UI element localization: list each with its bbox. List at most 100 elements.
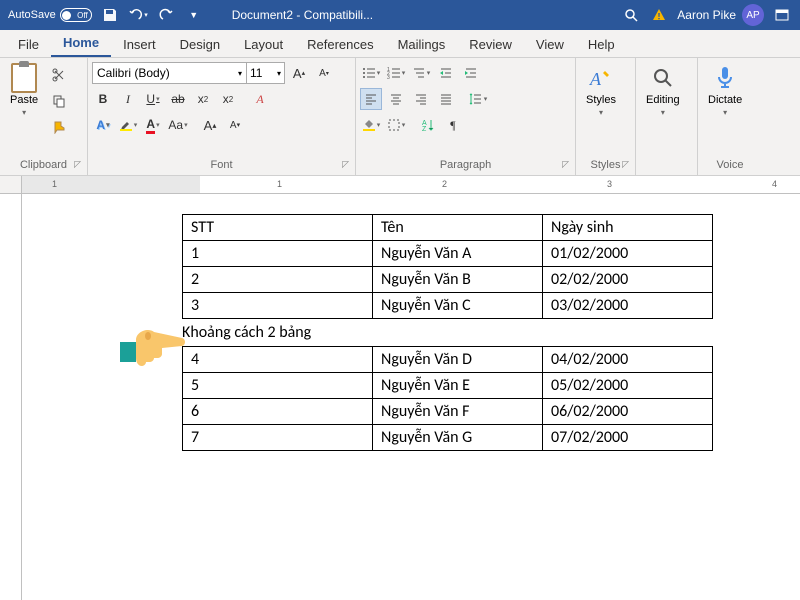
table-row: STT Tên Ngày sinh: [183, 215, 713, 241]
horizontal-ruler[interactable]: 1 1 2 3 4: [0, 176, 800, 194]
show-marks-button[interactable]: ¶: [442, 114, 464, 136]
styles-button[interactable]: A Styles ▾: [580, 60, 622, 121]
copy-button[interactable]: [48, 90, 70, 112]
search-icon: [649, 64, 677, 92]
svg-text:A: A: [589, 69, 602, 89]
ribbon-display-icon[interactable]: [772, 5, 792, 25]
line-spacing-button[interactable]: ▾: [467, 88, 489, 110]
borders-button[interactable]: ▾: [385, 114, 407, 136]
dialog-launcher-icon[interactable]: ◸: [342, 159, 349, 170]
underline-button[interactable]: U▾: [142, 88, 164, 110]
table-row: 7Nguyễn Văn G07/02/2000: [183, 425, 713, 451]
chevron-down-icon: ▾: [723, 108, 727, 117]
tab-file[interactable]: File: [6, 32, 51, 57]
align-left-button[interactable]: [360, 88, 382, 110]
text-effects-button[interactable]: A▾: [92, 114, 114, 136]
group-clipboard: Paste ▾ Clipboard◸: [0, 58, 88, 175]
tab-insert[interactable]: Insert: [111, 32, 168, 57]
qat-customize-icon[interactable]: ▼: [184, 5, 204, 25]
tab-help[interactable]: Help: [576, 32, 627, 57]
group-editing: Editing ▾: [636, 58, 698, 175]
gap-text[interactable]: Khoảng cách 2 bảng: [182, 319, 800, 346]
font-size-select[interactable]: ▾: [247, 62, 285, 84]
tab-view[interactable]: View: [524, 32, 576, 57]
clear-formatting-button[interactable]: A: [249, 88, 271, 110]
data-table-2[interactable]: 4Nguyễn Văn D04/02/2000 5Nguyễn Văn E05/…: [182, 346, 713, 451]
tab-home[interactable]: Home: [51, 30, 111, 57]
search-icon[interactable]: [621, 5, 641, 25]
multilevel-button[interactable]: ▾: [410, 62, 432, 84]
user-account[interactable]: Aaron Pike AP: [677, 4, 764, 26]
toggle-off-icon[interactable]: Off: [60, 8, 92, 22]
table-row: 2Nguyễn Văn B02/02/2000: [183, 267, 713, 293]
redo-icon[interactable]: [156, 5, 176, 25]
paste-button[interactable]: Paste ▾: [4, 60, 44, 121]
align-center-button[interactable]: [385, 88, 407, 110]
font-color-button[interactable]: A▾: [142, 114, 164, 136]
numbering-button[interactable]: 123▾: [385, 62, 407, 84]
ribbon: Paste ▾ Clipboard◸ Calibri (Body)▾ ▾ A▴: [0, 58, 800, 176]
svg-text:Z: Z: [422, 126, 427, 132]
dialog-launcher-icon[interactable]: ◸: [74, 159, 81, 170]
shrink-font-button[interactable]: A▾: [313, 62, 335, 84]
autosave-toggle[interactable]: AutoSave Off: [8, 8, 92, 22]
table-row: 6Nguyễn Văn F06/02/2000: [183, 399, 713, 425]
clipboard-icon: [10, 64, 38, 92]
microphone-icon: [711, 64, 739, 92]
table-row: 5Nguyễn Văn E05/02/2000: [183, 373, 713, 399]
styles-icon: A: [587, 64, 615, 92]
strikethrough-button[interactable]: ab: [167, 88, 189, 110]
page[interactable]: STT Tên Ngày sinh 1Nguyễn Văn A01/02/200…: [22, 194, 800, 600]
subscript-button[interactable]: x2: [192, 88, 214, 110]
bullets-button[interactable]: ▾: [360, 62, 382, 84]
group-styles: A Styles ▾ Styles◸: [576, 58, 636, 175]
tab-mailings[interactable]: Mailings: [386, 32, 458, 57]
font-name-select[interactable]: Calibri (Body)▾: [92, 62, 247, 84]
increase-indent-button[interactable]: [460, 62, 482, 84]
superscript-button[interactable]: x2: [217, 88, 239, 110]
document-area: STT Tên Ngày sinh 1Nguyễn Văn A01/02/200…: [0, 194, 800, 600]
dictate-button[interactable]: Dictate ▾: [702, 60, 748, 121]
vertical-ruler[interactable]: [0, 194, 22, 600]
undo-icon[interactable]: ▾: [128, 5, 148, 25]
avatar: AP: [742, 4, 764, 26]
chevron-down-icon: ▾: [22, 108, 26, 117]
warning-icon[interactable]: [649, 5, 669, 25]
title-bar: AutoSave Off ▾ ▼ Document2 - Compatibili…: [0, 0, 800, 30]
change-case-button[interactable]: Aa▾: [167, 114, 189, 136]
tab-design[interactable]: Design: [168, 32, 232, 57]
justify-button[interactable]: [435, 88, 457, 110]
dialog-launcher-icon[interactable]: ◸: [562, 159, 569, 170]
bold-button[interactable]: B: [92, 88, 114, 110]
tab-references[interactable]: References: [295, 32, 385, 57]
table-row: 1Nguyễn Văn A01/02/2000: [183, 241, 713, 267]
group-paragraph: ▾ 123▾ ▾ ▾ ▾ ▾ A: [356, 58, 576, 175]
svg-text:3: 3: [387, 75, 390, 80]
editing-button[interactable]: Editing ▾: [640, 60, 686, 121]
decrease-indent-button[interactable]: [435, 62, 457, 84]
group-voice: Dictate ▾ Voice: [698, 58, 762, 175]
chevron-down-icon: ▾: [599, 108, 603, 117]
group-font: Calibri (Body)▾ ▾ A▴ A▾ B I U▾ ab x2 x2 …: [88, 58, 356, 175]
document-title: Document2 - Compatibili...: [232, 8, 373, 22]
shading-button[interactable]: ▾: [360, 114, 382, 136]
shrink-font2-button[interactable]: A▾: [224, 114, 246, 136]
dialog-launcher-icon[interactable]: ◸: [622, 159, 629, 170]
tab-review[interactable]: Review: [457, 32, 524, 57]
sort-button[interactable]: AZ: [417, 114, 439, 136]
table-row: 4Nguyễn Văn D04/02/2000: [183, 347, 713, 373]
grow-font2-button[interactable]: A▴: [199, 114, 221, 136]
data-table-1[interactable]: STT Tên Ngày sinh 1Nguyễn Văn A01/02/200…: [182, 214, 713, 319]
tab-layout[interactable]: Layout: [232, 32, 295, 57]
chevron-down-icon: ▾: [661, 108, 665, 117]
ribbon-tabs: File Home Insert Design Layout Reference…: [0, 30, 800, 58]
italic-button[interactable]: I: [117, 88, 139, 110]
align-right-button[interactable]: [410, 88, 432, 110]
grow-font-button[interactable]: A▴: [288, 62, 310, 84]
cut-button[interactable]: [48, 64, 70, 86]
autosave-label: AutoSave: [8, 9, 56, 21]
format-painter-button[interactable]: [48, 116, 70, 138]
save-icon[interactable]: [100, 5, 120, 25]
highlight-button[interactable]: ▾: [117, 114, 139, 136]
pointing-hand-icon: [120, 316, 190, 372]
